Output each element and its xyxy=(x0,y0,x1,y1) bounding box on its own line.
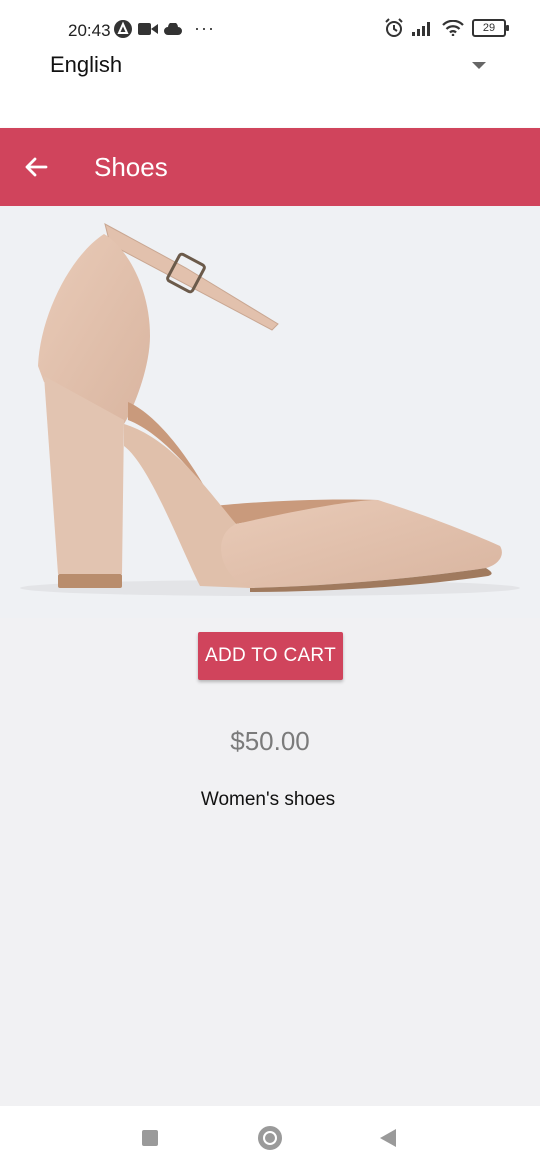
triangle-back-icon[interactable] xyxy=(380,1129,396,1147)
square-icon[interactable] xyxy=(142,1130,158,1146)
product-description: Women's shoes xyxy=(200,789,336,810)
video-icon xyxy=(138,23,158,35)
signal-icon xyxy=(412,22,430,36)
status-bar: 20:43 ··· 29 English xyxy=(0,0,540,128)
cloud-icon xyxy=(164,23,182,35)
status-right-icons: 29 xyxy=(384,18,509,38)
status-time: 20:43 xyxy=(68,21,111,40)
wifi-icon xyxy=(442,20,464,36)
page-title: Shoes xyxy=(94,152,168,182)
arrow-left-icon[interactable] xyxy=(20,151,52,183)
circle-icon[interactable] xyxy=(258,1126,282,1150)
product-image xyxy=(0,206,540,618)
alarm-icon xyxy=(385,18,403,37)
system-nav-bar xyxy=(0,1106,540,1170)
more-notifications-icon: ··· xyxy=(194,18,215,38)
language-selector[interactable]: English xyxy=(0,48,540,84)
app-bar: Shoes xyxy=(0,128,540,206)
battery-icon: 29 xyxy=(472,19,509,37)
app-notification-icon xyxy=(114,20,132,38)
add-to-cart-button[interactable]: ADD TO CART xyxy=(198,632,343,680)
dropdown-caret-icon[interactable] xyxy=(472,62,486,69)
status-left-icons xyxy=(114,20,182,38)
shoe-image xyxy=(20,223,520,596)
language-selected-value: English xyxy=(50,52,123,77)
product-price: $50.00 xyxy=(230,726,310,756)
